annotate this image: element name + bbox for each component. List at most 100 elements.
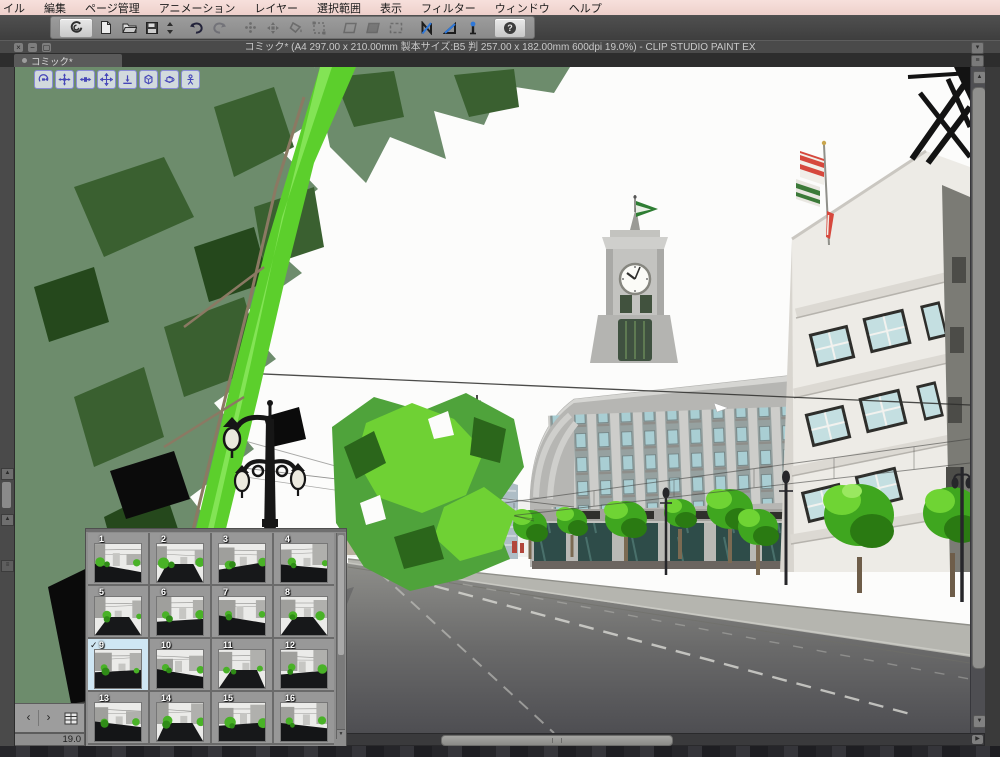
menu-animation[interactable]: アニメーション: [159, 0, 236, 16]
page-thumbnail-image[interactable]: [280, 700, 328, 741]
page-thumbnail-14[interactable]: 14: [150, 692, 210, 743]
page-thumbnail-image[interactable]: [280, 597, 328, 635]
page-thumbnail-4[interactable]: 4: [274, 533, 334, 584]
page-thumbnail-15[interactable]: 15: [212, 692, 272, 743]
page-thumbnail-12[interactable]: 12: [274, 639, 334, 690]
canvas-horizontal-scrollbar[interactable]: ▶: [345, 733, 985, 746]
page-thumbnail-image[interactable]: [218, 703, 268, 741]
open-file-button[interactable]: [119, 19, 139, 37]
page-thumbnail-11[interactable]: 11: [212, 639, 272, 690]
page-number: 15: [223, 693, 234, 703]
left-strip-down-icon[interactable]: ▲: [1, 514, 14, 526]
save-stepper[interactable]: [165, 19, 175, 37]
snap-grid-button[interactable]: [463, 19, 483, 37]
new-document-button[interactable]: [96, 19, 116, 37]
left-strip-scroll-thumb[interactable]: [2, 482, 11, 508]
transform-button[interactable]: [309, 19, 329, 37]
page-thumbnail-8[interactable]: 8: [274, 586, 334, 637]
left-strip-tool-icon[interactable]: ≡: [1, 560, 14, 572]
menu-filter[interactable]: フィルター: [421, 0, 476, 16]
page-thumbnail-image[interactable]: [94, 544, 142, 582]
next-page-button[interactable]: ›: [41, 710, 56, 726]
object-rotate-y-icon[interactable]: [160, 70, 179, 89]
palette-scroll-thumb[interactable]: [338, 535, 344, 655]
camera-pan-icon[interactable]: [55, 70, 74, 89]
zoom-value: 19.0: [62, 734, 82, 745]
page-thumbnail-image[interactable]: [280, 649, 328, 688]
snap-special-ruler-button[interactable]: [440, 19, 460, 37]
undo-button[interactable]: [186, 19, 206, 37]
snap-ruler-icon: [421, 20, 432, 35]
menu-file[interactable]: イル: [3, 0, 25, 16]
prev-page-button[interactable]: ‹: [21, 710, 36, 726]
page-thumbnail-9[interactable]: ✓ 9: [88, 639, 148, 690]
page-thumbnail-image[interactable]: [218, 648, 266, 688]
titlebar-panel-icon[interactable]: ▾: [971, 42, 984, 54]
page-thumbnail-image[interactable]: [218, 597, 266, 635]
page-thumbnail-image[interactable]: [218, 544, 267, 582]
page-thumbnail-image[interactable]: [94, 650, 142, 688]
menu-view[interactable]: 表示: [380, 0, 402, 16]
page-thumbnail-6[interactable]: 6: [150, 586, 210, 637]
hscroll-thumb[interactable]: [441, 735, 673, 746]
object-move-icon[interactable]: [97, 70, 116, 89]
page-thumbnail-1[interactable]: 1: [88, 533, 148, 584]
document-window-title-bar[interactable]: × − ▢ コミック* (A4 297.00 x 210.00mm 製本サイズ:…: [0, 40, 1000, 54]
menu-edit[interactable]: 編集: [44, 0, 66, 16]
move-layer-button[interactable]: [263, 19, 283, 37]
left-strip-up-icon[interactable]: ▲: [1, 468, 14, 480]
clip-studio-logo-button[interactable]: [59, 17, 93, 38]
save-button[interactable]: [142, 19, 162, 37]
object-snap-to-surface-icon[interactable]: [118, 70, 137, 89]
menu-page-manage[interactable]: ページ管理: [85, 0, 140, 16]
page-thumbnail-2[interactable]: 2: [150, 533, 210, 584]
palette-header[interactable]: [86, 529, 346, 532]
page-thumbnail-5[interactable]: 5: [88, 586, 148, 637]
object-rotate-icon[interactable]: [139, 70, 158, 89]
fill-button[interactable]: [286, 19, 306, 37]
delete-selection-button[interactable]: [240, 19, 260, 37]
page-thumbnail-10[interactable]: 10: [150, 639, 210, 690]
camera-rotate-icon[interactable]: [34, 70, 53, 89]
page-nav-panel: ‹ ›: [14, 703, 85, 733]
page-thumbnail-13[interactable]: 13: [88, 692, 148, 743]
save-icon: [146, 21, 158, 34]
left-palette-strip: ▲ ▲ ≡: [0, 40, 15, 757]
vscroll-thumb[interactable]: [972, 87, 986, 669]
page-thumbnail-image[interactable]: [156, 650, 205, 688]
palette-scrollbar[interactable]: ▼: [336, 533, 345, 739]
snap-2-button[interactable]: [363, 19, 383, 37]
maximize-icon[interactable]: ▢: [42, 43, 51, 52]
canvas-vertical-scrollbar[interactable]: ▲ ▼: [970, 67, 986, 733]
page-thumbnail-16[interactable]: 16: [274, 692, 334, 743]
camera-dolly-icon[interactable]: [76, 70, 95, 89]
dots-icon: [244, 22, 256, 33]
page-thumbnail-image[interactable]: [94, 596, 142, 635]
tab-comic[interactable]: コミック*: [14, 54, 122, 68]
menu-layer[interactable]: レイヤー: [254, 0, 298, 16]
page-thumbnail-image[interactable]: [156, 701, 206, 741]
snap-ruler-button[interactable]: [417, 19, 437, 37]
menu-select[interactable]: 選択範囲: [317, 0, 361, 16]
hscroll-right-icon[interactable]: ▶: [972, 735, 983, 744]
page-thumbnail-7[interactable]: 7: [212, 586, 272, 637]
help-button[interactable]: ?: [494, 17, 526, 38]
page-thumbnail-3[interactable]: 3: [212, 533, 272, 584]
background-window-strip: [0, 746, 1000, 757]
page-thumbnail-image[interactable]: [94, 703, 142, 741]
tabbar-menu-icon[interactable]: ≡: [971, 55, 984, 67]
snap-3-button[interactable]: [386, 19, 406, 37]
page-thumbnail-image[interactable]: [156, 544, 205, 582]
menu-window[interactable]: ウィンドウ: [495, 0, 550, 16]
page-list-icon[interactable]: [64, 712, 78, 725]
page-number: 7: [223, 587, 229, 597]
page-thumbnail-image[interactable]: [156, 597, 205, 635]
palette-scroll-down-icon[interactable]: ▼: [337, 729, 345, 739]
object-pose-icon[interactable]: [181, 70, 200, 89]
close-icon[interactable]: ×: [14, 43, 23, 52]
redo-button[interactable]: [209, 19, 229, 37]
page-thumbnail-image[interactable]: [280, 541, 329, 582]
snap-1-button[interactable]: [340, 19, 360, 37]
menu-help[interactable]: ヘルプ: [569, 0, 602, 16]
minimize-icon[interactable]: −: [28, 43, 37, 52]
